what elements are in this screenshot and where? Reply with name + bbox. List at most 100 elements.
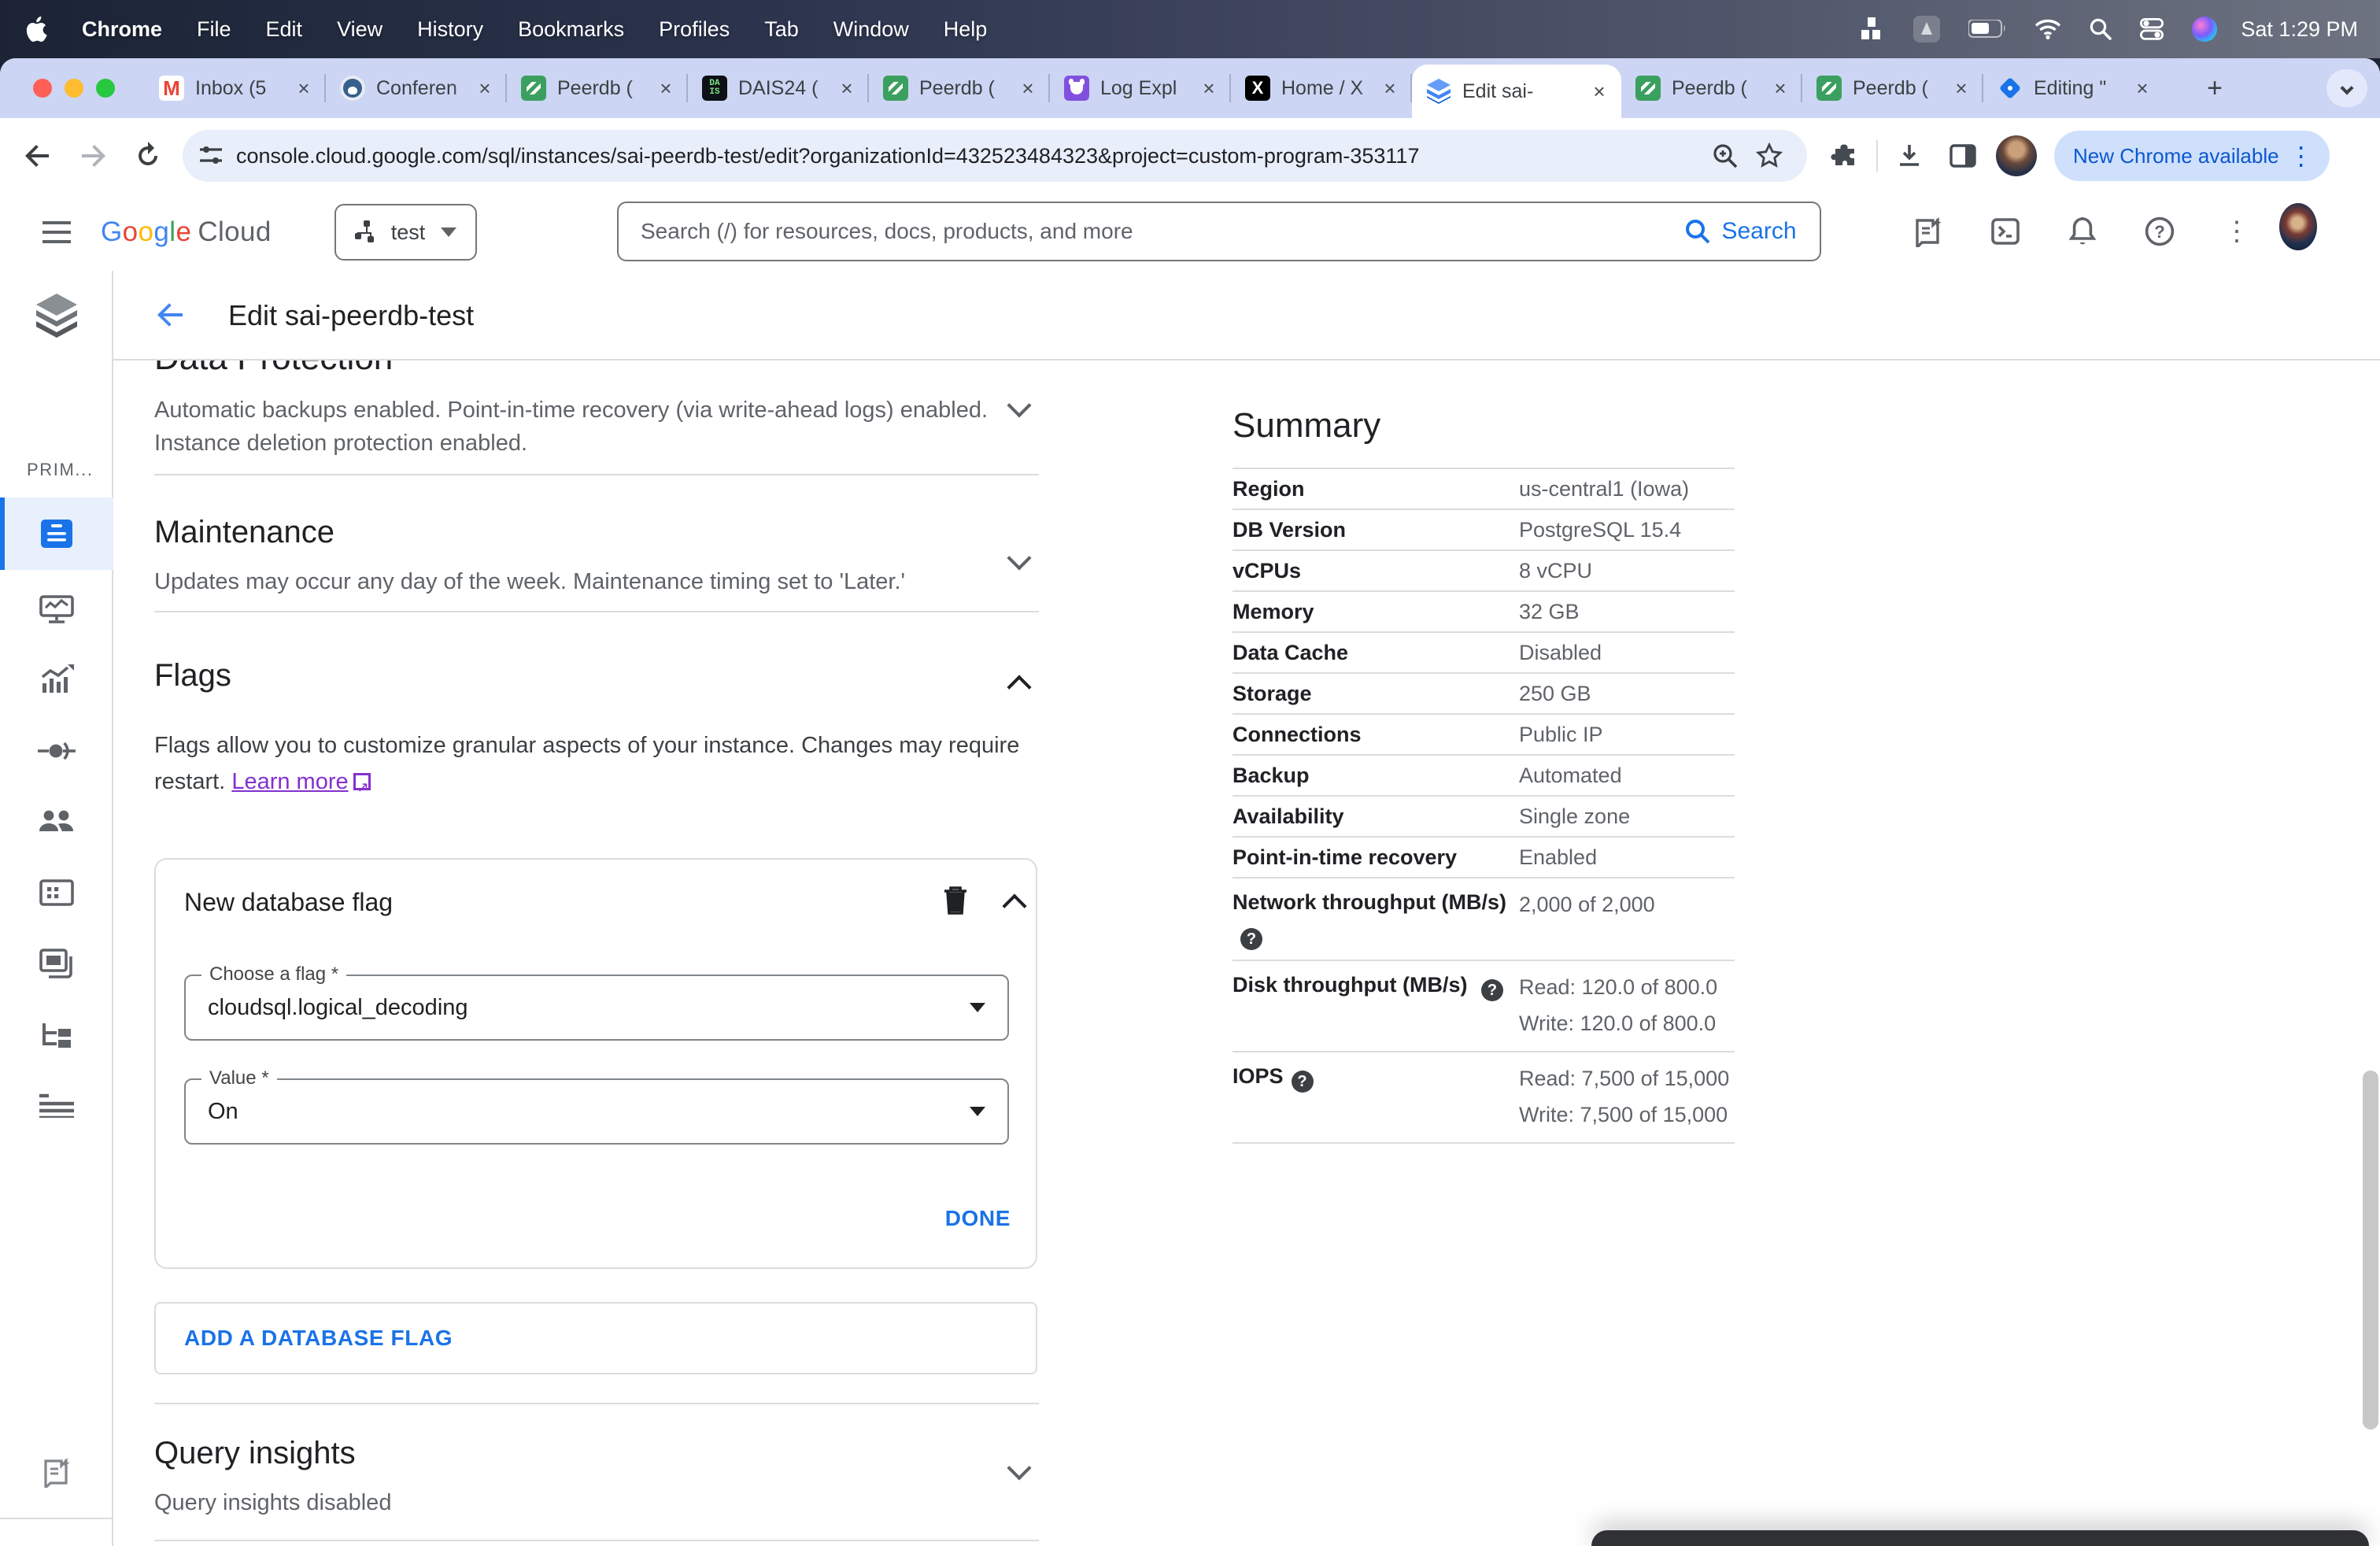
tab-dais24[interactable]: DA IS DAIS24 ( × bbox=[688, 58, 869, 118]
help-icon[interactable]: ? bbox=[1291, 1071, 1314, 1093]
menu-view[interactable]: View bbox=[337, 17, 382, 42]
wifi-icon[interactable] bbox=[2034, 19, 2061, 39]
download-icon[interactable] bbox=[1887, 134, 1931, 178]
flags-collapse-icon[interactable] bbox=[1007, 675, 1032, 700]
tab-close-icon[interactable]: × bbox=[834, 76, 859, 101]
menu-window[interactable]: Window bbox=[833, 17, 909, 42]
google-cloud-logo[interactable]: Google Cloud bbox=[101, 216, 272, 248]
side-panel-icon[interactable] bbox=[1941, 134, 1985, 178]
floating-window-edge[interactable] bbox=[1591, 1530, 2369, 1546]
spotlight-icon[interactable] bbox=[2090, 18, 2112, 40]
flag-value-select[interactable]: Value * On bbox=[184, 1067, 1009, 1145]
sidebar-item-connections[interactable] bbox=[0, 715, 113, 787]
tab-edit-sai-peerdb-test-active[interactable]: Edit sai- × bbox=[1412, 65, 1621, 118]
menu-app-name[interactable]: Chrome bbox=[82, 17, 162, 42]
account-avatar[interactable] bbox=[2279, 203, 2317, 250]
menu-file[interactable]: File bbox=[197, 17, 231, 42]
apple-menu-icon[interactable] bbox=[25, 17, 47, 42]
header-overflow-icon[interactable]: ⋮ bbox=[2218, 213, 2256, 250]
sidebar-item-system-insights[interactable] bbox=[0, 573, 113, 645]
url-text[interactable]: console.cloud.google.com/sql/instances/s… bbox=[236, 144, 1703, 168]
zoom-page-icon[interactable] bbox=[1703, 134, 1747, 178]
tab-log-explorer[interactable]: Log Expl × bbox=[1050, 58, 1231, 118]
sidebar-item-users[interactable] bbox=[0, 786, 113, 858]
menu-tab[interactable]: Tab bbox=[764, 17, 799, 42]
tab-close-icon[interactable]: × bbox=[1196, 76, 1221, 101]
menu-profiles[interactable]: Profiles bbox=[659, 17, 730, 42]
menu-bookmarks[interactable]: Bookmarks bbox=[518, 17, 624, 42]
tab-conference[interactable]: Conferen × bbox=[326, 58, 507, 118]
help-icon[interactable]: ? bbox=[2141, 213, 2179, 250]
help-icon[interactable]: ? bbox=[1240, 928, 1262, 950]
done-button[interactable]: DONE bbox=[945, 1206, 1011, 1231]
add-database-flag-button[interactable]: ADD A DATABASE FLAG bbox=[154, 1302, 1037, 1374]
tab-inbox[interactable]: M Inbox (5 × bbox=[145, 58, 326, 118]
control-center-icon[interactable] bbox=[2140, 18, 2164, 40]
tab-peerdb-1[interactable]: Peerdb ( × bbox=[507, 58, 688, 118]
query-insights-expand-icon[interactable] bbox=[1007, 1455, 1032, 1481]
app-menubar-icon[interactable] bbox=[1913, 16, 1941, 43]
bookmark-star-icon[interactable] bbox=[1747, 134, 1791, 178]
tab-close-icon[interactable]: × bbox=[653, 76, 678, 101]
stats-menubar-icon[interactable] bbox=[1861, 17, 1885, 41]
collapse-sidebar-button[interactable]: ❯ bbox=[0, 1527, 113, 1546]
release-notes-icon[interactable] bbox=[1909, 213, 1947, 250]
reload-button[interactable] bbox=[126, 134, 170, 178]
battery-icon[interactable] bbox=[1968, 20, 2006, 39]
tab-close-icon[interactable]: × bbox=[1768, 76, 1793, 101]
menu-history[interactable]: History bbox=[417, 17, 483, 42]
menubar-clock[interactable]: Sat 1:29 PM bbox=[2241, 17, 2358, 42]
learn-more-link[interactable]: Learn more bbox=[231, 769, 348, 794]
gcp-search-button[interactable]: Search bbox=[1662, 202, 1821, 261]
tab-peerdb-2[interactable]: Peerdb ( × bbox=[869, 58, 1050, 118]
cloud-shell-icon[interactable] bbox=[1986, 213, 2024, 250]
tab-x-home[interactable]: X Home / X × bbox=[1231, 58, 1412, 118]
navigation-menu-icon[interactable] bbox=[35, 210, 79, 254]
tab-close-icon[interactable]: × bbox=[1587, 79, 1612, 104]
tab-editing[interactable]: Editing " × bbox=[1983, 58, 2164, 118]
sidebar-item-databases[interactable] bbox=[0, 856, 113, 929]
extensions-icon[interactable] bbox=[1823, 134, 1867, 178]
tab-search-button[interactable] bbox=[2326, 69, 2367, 107]
browser-profile-avatar[interactable] bbox=[1994, 134, 2038, 178]
notifications-bell-icon[interactable] bbox=[2064, 213, 2101, 250]
sidebar-item-release-notes[interactable] bbox=[0, 1436, 113, 1508]
new-tab-button[interactable]: + bbox=[2197, 71, 2232, 105]
project-selector[interactable]: test bbox=[334, 204, 478, 261]
peerdb-favicon bbox=[1816, 76, 1842, 101]
sidebar-item-overview[interactable] bbox=[0, 497, 113, 570]
sidebar-item-query-insights[interactable] bbox=[0, 644, 113, 716]
siri-icon[interactable] bbox=[2192, 17, 2218, 42]
new-database-flag-card: New database flag Choose a flag * clouds… bbox=[154, 858, 1037, 1269]
back-button[interactable] bbox=[16, 134, 60, 178]
menu-edit[interactable]: Edit bbox=[266, 17, 303, 42]
page-scrollbar[interactable] bbox=[2363, 1071, 2378, 1429]
window-zoom-button[interactable] bbox=[96, 79, 115, 98]
forward-button[interactable] bbox=[71, 134, 115, 178]
flag-card-collapse-icon[interactable] bbox=[1002, 893, 1027, 919]
choose-flag-select[interactable]: Choose a flag * cloudsql.logical_decodin… bbox=[184, 963, 1009, 1041]
organization-icon bbox=[354, 220, 374, 242]
sidebar-item-operations[interactable] bbox=[0, 1069, 113, 1141]
tab-peerdb-3[interactable]: Peerdb ( × bbox=[1621, 58, 1802, 118]
sidebar-item-replicas[interactable] bbox=[0, 998, 113, 1071]
tab-close-icon[interactable]: × bbox=[1377, 76, 1402, 101]
delete-flag-icon[interactable] bbox=[943, 885, 968, 915]
help-icon[interactable]: ? bbox=[1480, 979, 1503, 1001]
tab-close-icon[interactable]: × bbox=[291, 76, 316, 101]
omnibox[interactable]: console.cloud.google.com/sql/instances/s… bbox=[183, 130, 1807, 182]
tab-close-icon[interactable]: × bbox=[472, 76, 497, 101]
new-chrome-available-button[interactable]: New Chrome available ⋮ bbox=[2054, 131, 2330, 181]
menu-help[interactable]: Help bbox=[944, 17, 988, 42]
tab-peerdb-4[interactable]: Peerdb ( × bbox=[1802, 58, 1983, 118]
tab-close-icon[interactable]: × bbox=[1015, 76, 1040, 101]
tab-close-icon[interactable]: × bbox=[1949, 76, 1974, 101]
window-close-button[interactable] bbox=[33, 79, 52, 98]
back-arrow-icon[interactable] bbox=[154, 299, 186, 331]
sidebar-item-backups[interactable] bbox=[0, 927, 113, 1000]
tab-close-icon[interactable]: × bbox=[2130, 76, 2155, 101]
toolbar-overflow-icon[interactable]: ⋮ bbox=[2289, 141, 2314, 171]
window-minimize-button[interactable] bbox=[65, 79, 83, 98]
gcp-search-input[interactable] bbox=[617, 202, 1664, 261]
site-settings-icon[interactable] bbox=[198, 143, 224, 168]
